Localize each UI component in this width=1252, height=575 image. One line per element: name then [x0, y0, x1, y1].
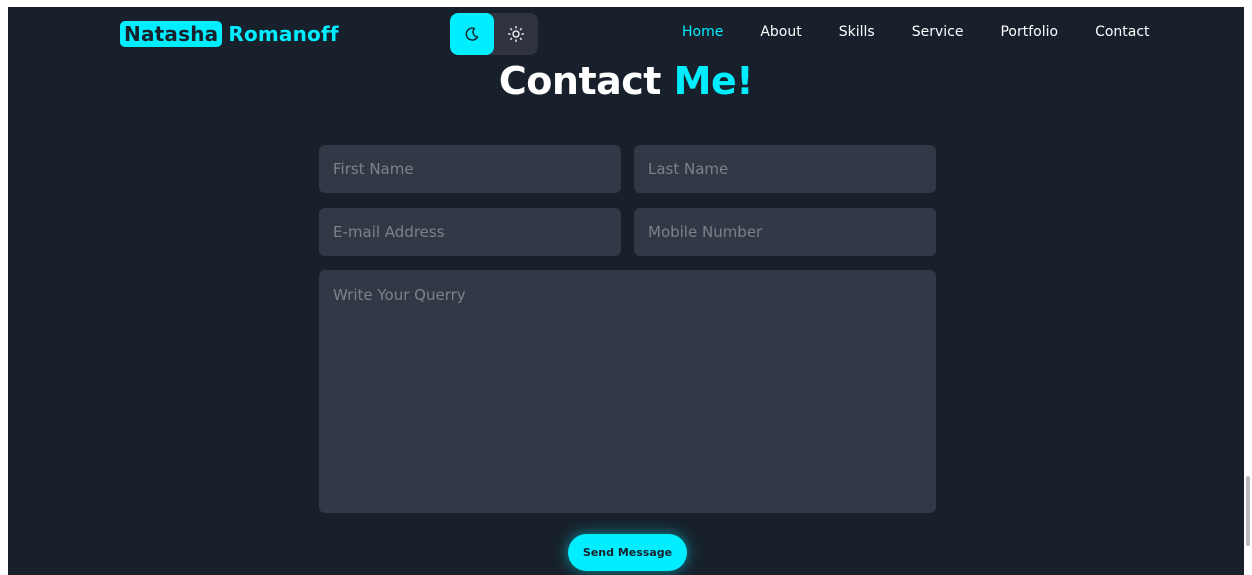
section-title-main: Contact — [498, 59, 662, 103]
email-input[interactable] — [319, 208, 621, 256]
send-message-button[interactable]: Send Message — [568, 534, 687, 571]
sun-icon — [507, 25, 525, 43]
nav-portfolio[interactable]: Portfolio — [1000, 24, 1058, 44]
last-name-input[interactable] — [634, 145, 936, 193]
mobile-number-input[interactable] — [634, 208, 936, 256]
section-title-accent: Me! — [673, 59, 754, 103]
nav-service[interactable]: Service — [912, 24, 964, 44]
logo[interactable]: Natasha Romanoff — [120, 21, 339, 47]
query-textarea[interactable] — [319, 270, 936, 513]
logo-first-name: Natasha — [120, 21, 223, 47]
moon-icon — [465, 27, 479, 41]
scrollbar-thumb[interactable] — [1246, 476, 1250, 546]
first-name-input[interactable] — [319, 145, 621, 193]
page-viewport: Natasha Romanoff Home About Skills Servi… — [8, 7, 1244, 575]
nav-about[interactable]: About — [760, 24, 801, 44]
light-mode-button[interactable] — [494, 13, 538, 55]
nav-contact[interactable]: Contact — [1095, 24, 1149, 44]
section-title: Contact Me! — [8, 59, 1244, 103]
page-scrollbar[interactable] — [1244, 0, 1252, 575]
nav-home[interactable]: Home — [682, 24, 723, 44]
main-nav: Home About Skills Service Portfolio Cont… — [682, 24, 1187, 44]
theme-toggle[interactable] — [450, 13, 538, 55]
logo-last-name: Romanoff — [228, 22, 339, 46]
dark-mode-button[interactable] — [450, 13, 494, 55]
nav-skills[interactable]: Skills — [839, 24, 875, 44]
